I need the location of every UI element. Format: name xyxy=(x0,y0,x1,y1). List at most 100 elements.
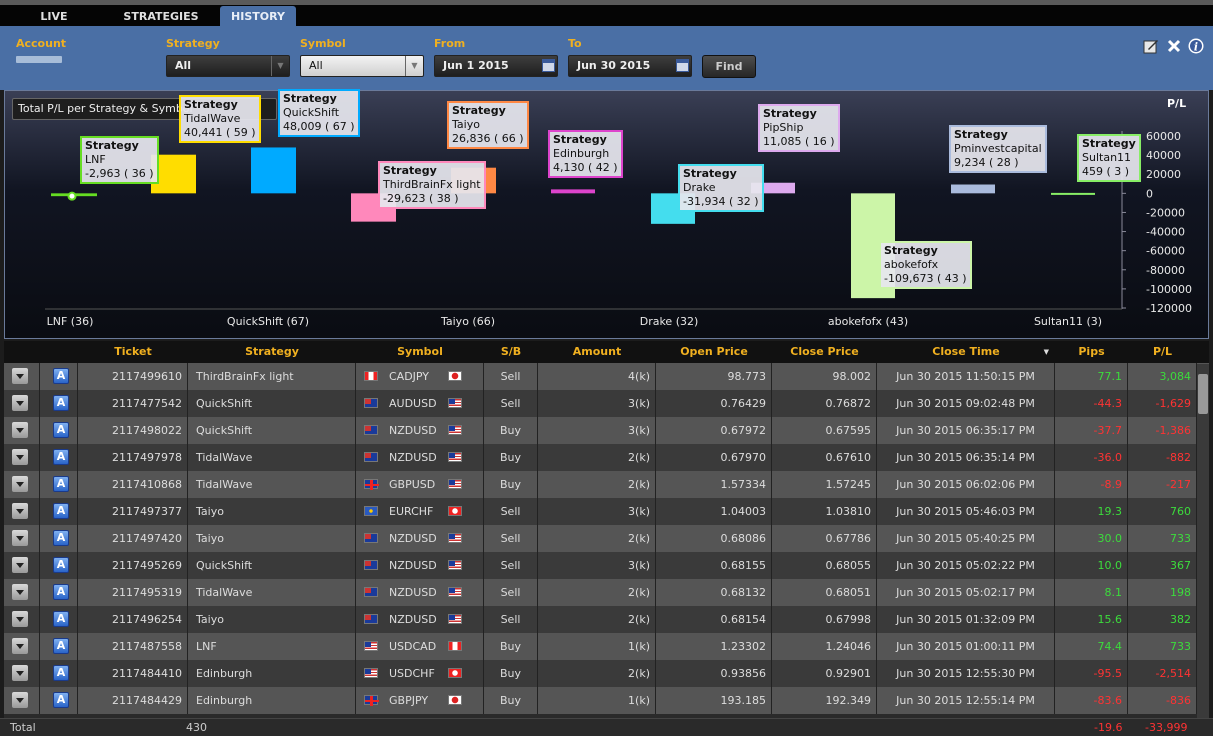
table-row[interactable]: A 2117484429 Edinburgh GBPJPY Buy 1(k) 193.185… xyxy=(4,687,1209,714)
row-action-cell: A xyxy=(40,606,78,633)
table-row[interactable]: A 2117477542 QuickShift AUDUSD Sell 3(k) 0.764… xyxy=(4,390,1209,417)
sort-desc-icon[interactable]: ▼ xyxy=(1044,341,1049,363)
table-row[interactable]: A 2117497978 TidalWave NZDUSD Buy 2(k) 0.67970… xyxy=(4,444,1209,471)
table-row[interactable]: A 2117496254 Taiyo NZDUSD Sell 2(k) 0.68154 0.6… xyxy=(4,606,1209,633)
row-action-button[interactable]: A xyxy=(53,530,69,546)
cell-sb: Buy xyxy=(484,633,538,660)
table-row[interactable]: A 2117498022 QuickShift NZDUSD Buy 3(k) 0.6797… xyxy=(4,417,1209,444)
tooltip-value: 11,085 ( 16 ) xyxy=(763,135,835,148)
cell-symbol: NZDUSD xyxy=(356,525,484,552)
row-menu-button[interactable] xyxy=(12,476,28,492)
from-date-field[interactable]: Jun 1 2015 xyxy=(434,55,558,77)
row-action-cell: A xyxy=(40,579,78,606)
edit-icon[interactable] xyxy=(1143,38,1159,54)
row-action-button[interactable]: A xyxy=(53,584,69,600)
header-close-time[interactable]: Close Time ▼ xyxy=(877,341,1055,363)
cell-ticket: 2117497377 xyxy=(78,498,188,525)
tooltip-value: 459 ( 3 ) xyxy=(1082,165,1130,178)
close-icon[interactable] xyxy=(1166,38,1182,54)
to-date-field[interactable]: Jun 30 2015 xyxy=(568,55,692,77)
row-menu-button[interactable] xyxy=(12,422,28,438)
tooltip-header: Strategy xyxy=(553,133,607,146)
row-menu-button[interactable] xyxy=(12,584,28,600)
flag-nz-icon xyxy=(364,587,378,597)
cell-ticket: 2117499610 xyxy=(78,363,188,390)
header-open-price[interactable]: Open Price xyxy=(656,341,772,363)
header-ticket[interactable]: Ticket xyxy=(78,341,188,363)
bar-sultan11[interactable] xyxy=(1051,192,1095,195)
info-icon[interactable]: i xyxy=(1188,38,1204,54)
filter-bar: Account Strategy All ▼ Symbol All ▼ From… xyxy=(0,28,1213,90)
tooltip-sultan11: Strategy Sultan11 459 ( 3 ) xyxy=(1077,134,1141,182)
flag-us-icon xyxy=(448,614,462,624)
tab-strategies[interactable]: STRATEGIES xyxy=(108,6,214,28)
scrollbar[interactable] xyxy=(1197,364,1209,718)
row-action-button[interactable]: A xyxy=(53,395,69,411)
cell-symbol: NZDUSD xyxy=(356,417,484,444)
row-menu-button[interactable] xyxy=(12,638,28,654)
cell-close: 1.24046 xyxy=(772,633,877,660)
table-row[interactable]: A 2117410868 TidalWave GBPUSD Buy 2(k) 1.57334… xyxy=(4,471,1209,498)
header-strategy[interactable]: Strategy xyxy=(188,341,356,363)
table-row[interactable]: A 2117497377 Taiyo EURCHF Sell 3(k) 1.04003 1.0… xyxy=(4,498,1209,525)
row-menu-button[interactable] xyxy=(12,395,28,411)
calendar-icon[interactable] xyxy=(676,59,689,72)
flag-us-icon xyxy=(448,587,462,597)
header-close-price[interactable]: Close Price xyxy=(772,341,877,363)
cell-amount: 2(k) xyxy=(538,444,656,471)
row-menu-button[interactable] xyxy=(12,449,28,465)
row-menu-button[interactable] xyxy=(12,665,28,681)
account-value-masked xyxy=(16,56,62,63)
row-action-button[interactable]: A xyxy=(53,368,69,384)
table-row[interactable]: A 2117484410 Edinburgh USDCHF Buy 2(k) 0.93856… xyxy=(4,660,1209,687)
bar-edinburgh[interactable] xyxy=(551,189,595,194)
row-action-cell: A xyxy=(40,633,78,660)
table-row[interactable]: A 2117487558 LNF USDCAD Buy 1(k) 1.23302 1.2404… xyxy=(4,633,1209,660)
row-menu-button[interactable] xyxy=(12,692,28,708)
table-row[interactable]: A 2117495269 QuickShift NZDUSD Sell 3(k) 0.681… xyxy=(4,552,1209,579)
cell-symbol: AUDUSD xyxy=(356,390,484,417)
table-row[interactable]: A 2117499610 ThirdBrainFx light CADJPY Sell 4… xyxy=(4,363,1209,390)
cell-open: 1.04003 xyxy=(656,498,772,525)
bar-pminvestcapital[interactable] xyxy=(951,184,995,194)
tab-live-chart[interactable]: LIVE CHART xyxy=(8,6,100,45)
tooltip-lnf: Strategy LNF -2,963 ( 36 ) xyxy=(80,136,159,184)
header-pips[interactable]: Pips xyxy=(1055,341,1128,363)
row-action-button[interactable]: A xyxy=(53,557,69,573)
cell-sb: Sell xyxy=(484,498,538,525)
header-amount[interactable]: Amount xyxy=(538,341,656,363)
row-menu-button[interactable] xyxy=(12,368,28,384)
tooltip-value: -2,963 ( 36 ) xyxy=(85,167,154,180)
header-pl[interactable]: P/L xyxy=(1128,341,1197,363)
header-symbol[interactable]: Symbol xyxy=(356,341,484,363)
header-sb[interactable]: S/B xyxy=(484,341,538,363)
y-tick-label: 0 xyxy=(1146,187,1153,200)
calendar-icon[interactable] xyxy=(542,59,555,72)
row-action-button[interactable]: A xyxy=(53,611,69,627)
tab-history[interactable]: HISTORY xyxy=(220,6,296,28)
row-action-button[interactable]: A xyxy=(53,503,69,519)
row-action-cell: A xyxy=(40,390,78,417)
row-menu-button[interactable] xyxy=(12,503,28,519)
total-pl: -33,999 xyxy=(1145,721,1188,734)
row-action-button[interactable]: A xyxy=(53,449,69,465)
row-action-button[interactable]: A xyxy=(53,638,69,654)
symbol-select[interactable]: All ▼ xyxy=(300,55,424,77)
table-row[interactable]: A 2117495319 TidalWave NZDUSD Sell 2(k) 0.6813… xyxy=(4,579,1209,606)
row-menu-button[interactable] xyxy=(12,611,28,627)
row-action-button[interactable]: A xyxy=(53,422,69,438)
find-button[interactable]: Find xyxy=(702,55,756,78)
scrollbar-thumb[interactable] xyxy=(1198,374,1208,414)
row-action-button[interactable]: A xyxy=(53,692,69,708)
cell-symbol: USDCHF xyxy=(356,660,484,687)
cell-pl: -882 xyxy=(1128,444,1197,471)
row-action-button[interactable]: A xyxy=(53,476,69,492)
row-menu-button[interactable] xyxy=(12,530,28,546)
bar-quickshift[interactable] xyxy=(251,147,296,194)
row-action-button[interactable]: A xyxy=(53,665,69,681)
row-menu-button[interactable] xyxy=(12,557,28,573)
table-row[interactable]: A 2117497420 Taiyo NZDUSD Sell 2(k) 0.68086 0.6… xyxy=(4,525,1209,552)
symbol-text: NZDUSD xyxy=(389,451,437,464)
strategy-select[interactable]: All ▼ xyxy=(166,55,290,77)
cell-pips: 30.0 xyxy=(1055,525,1128,552)
